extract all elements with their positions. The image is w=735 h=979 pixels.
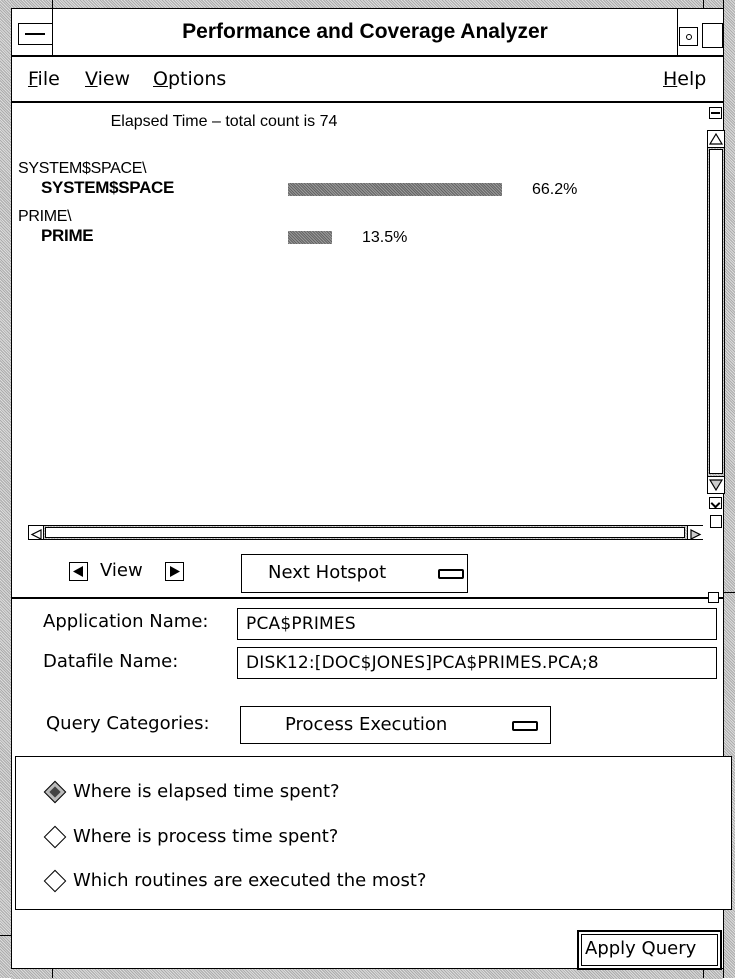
scroll-right-arrow-icon[interactable] <box>687 526 703 540</box>
scrollbar-corner <box>710 515 722 528</box>
bar-system-space[interactable] <box>288 183 502 196</box>
menu-view[interactable]: View <box>85 67 130 91</box>
view-previous-button[interactable] <box>69 562 88 581</box>
application-name-label: Application Name: <box>43 611 209 632</box>
frame-corner-mark <box>52 968 53 978</box>
apply-query-label: Apply Query <box>585 938 697 959</box>
scroll-bottom-icon[interactable] <box>709 497 722 509</box>
apply-query-button[interactable]: Apply Query <box>577 930 722 970</box>
group-label: SYSTEM$SPACE\ <box>18 160 147 177</box>
chart-title: Elapsed Time – total count is 74 <box>110 113 338 130</box>
triangle-left-icon <box>73 566 83 577</box>
bar-label[interactable]: SYSTEM$SPACE <box>41 178 174 198</box>
scroll-top-icon[interactable] <box>709 107 722 119</box>
frame-corner-mark <box>52 0 53 9</box>
menu-file[interactable]: File <box>28 67 60 91</box>
minimize-icon[interactable] <box>679 27 698 46</box>
application-name-field[interactable]: PCA$PRIMES <box>237 608 717 640</box>
radio-label: Where is process time spent? <box>73 826 339 847</box>
next-hotspot-label: Next Hotspot <box>268 562 387 583</box>
bar-prime[interactable] <box>288 231 332 244</box>
query-categories-menu[interactable]: Process Execution <box>240 706 551 744</box>
title-bar[interactable]: Performance and Coverage Analyzer <box>12 9 723 57</box>
radio-unselected-icon <box>43 825 67 849</box>
datafile-name-field[interactable]: DISK12:[DOC$JONES]PCA$PRIMES.PCA;8 <box>237 647 717 679</box>
radio-label: Where is elapsed time spent? <box>73 781 340 802</box>
horizontal-scrollbar[interactable] <box>28 525 703 540</box>
datafile-name-value: DISK12:[DOC$JONES]PCA$PRIMES.PCA;8 <box>246 653 599 673</box>
option-menu-indicator-icon <box>438 569 464 579</box>
window-frame-left[interactable] <box>0 0 12 978</box>
scroll-up-arrow-icon[interactable] <box>708 131 724 148</box>
query-categories-value: Process Execution <box>285 714 448 735</box>
pane-sash-handle[interactable] <box>708 592 719 603</box>
analyzer-window: Performance and Coverage Analyzer File V… <box>12 9 732 970</box>
maximize-icon[interactable] <box>702 23 723 48</box>
bar-value-label: 13.5% <box>362 229 408 246</box>
horizontal-scroll-thumb[interactable] <box>45 527 685 538</box>
frame-corner-mark <box>703 0 704 9</box>
query-radio-group: Where is elapsed time spent? Where is pr… <box>15 756 732 910</box>
window-frame-top[interactable] <box>11 0 723 9</box>
next-hotspot-menu[interactable]: Next Hotspot <box>241 554 468 593</box>
bar-value-label: 66.2% <box>532 181 578 198</box>
window-title: Performance and Coverage Analyzer <box>182 20 548 43</box>
view-label: View <box>100 560 143 581</box>
menu-bar: File View Options Help <box>12 57 723 103</box>
radio-unselected-icon <box>43 869 67 893</box>
frame-corner-mark <box>0 935 11 936</box>
menu-help[interactable]: Help <box>663 67 706 91</box>
option-menu-indicator-icon <box>512 721 538 731</box>
radio-label: Which routines are executed the most? <box>73 870 427 891</box>
group-label: PRIME\ <box>18 208 72 225</box>
triangle-right-icon <box>170 566 180 577</box>
application-name-value: PCA$PRIMES <box>246 614 356 634</box>
elapsed-time-chart: Elapsed Time – total count is 74 SYSTEM$… <box>12 103 723 541</box>
frame-corner-mark <box>723 592 735 593</box>
menu-options[interactable]: Options <box>153 67 226 91</box>
window-menu-icon[interactable] <box>18 23 53 45</box>
vertical-scroll-thumb[interactable] <box>709 149 723 474</box>
scroll-left-arrow-icon[interactable] <box>29 526 44 540</box>
query-categories-label: Query Categories: <box>46 713 210 734</box>
scroll-down-arrow-icon[interactable] <box>708 476 724 493</box>
radio-selected-icon <box>43 780 67 804</box>
bar-label[interactable]: PRIME <box>41 226 94 246</box>
vertical-scrollbar[interactable] <box>707 130 725 494</box>
datafile-name-label: Datafile Name: <box>43 651 179 672</box>
pane-separator <box>12 597 723 599</box>
view-next-button[interactable] <box>165 562 184 581</box>
